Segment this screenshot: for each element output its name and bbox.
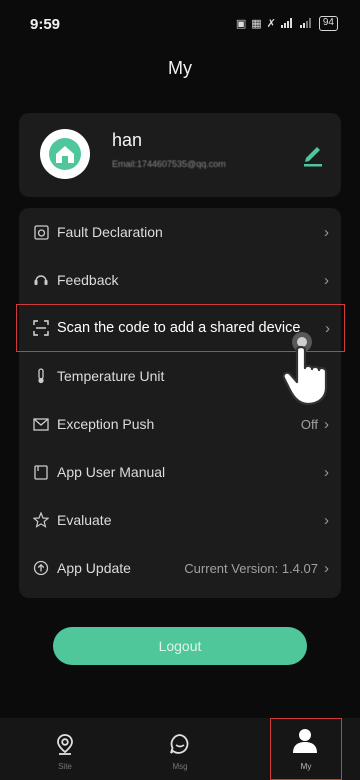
thermometer-icon — [33, 368, 49, 384]
profile-card[interactable]: han Email:1744607535@qq.com — [19, 113, 341, 197]
tab-my[interactable]: My — [270, 718, 342, 780]
chevron-right-icon: › — [324, 271, 329, 289]
home-avatar-icon — [49, 138, 81, 170]
menu-item-feedback[interactable]: Feedback › — [19, 256, 341, 304]
chevron-right-icon: › — [324, 415, 329, 433]
hand-pointer-icon — [280, 328, 340, 408]
status-time: 9:59 — [30, 16, 61, 33]
email-text: Email:1744607535@qq.com — [112, 159, 226, 169]
app-version-text: Current Version: 1.4.07 — [184, 560, 318, 576]
tab-label: Site — [58, 762, 72, 771]
avatar[interactable] — [40, 129, 90, 179]
exception-push-value: Off — [300, 416, 318, 432]
feedback-icon — [33, 272, 49, 288]
chevron-right-icon: › — [324, 223, 329, 241]
menu-item-label: Scan the code to add a shared device — [57, 320, 301, 336]
vibrate-icon: ▦ — [251, 18, 262, 30]
mail-icon — [33, 416, 49, 432]
signal-icon-2 — [299, 17, 314, 31]
chevron-right-icon: › — [324, 559, 329, 577]
fault-declaration-icon — [33, 224, 49, 240]
signal-icon — [280, 17, 295, 31]
menu-item-app-user-manual[interactable]: App User Manual › — [19, 448, 341, 496]
menu-item-label: Temperature Unit — [57, 368, 165, 384]
page-title: My — [168, 58, 192, 78]
status-bar: 9:59 ▣ ▦ ✗ 94 — [0, 0, 360, 44]
my-screen: 9:59 ▣ ▦ ✗ 94 My han Email:1744607535@qq… — [0, 0, 360, 780]
upload-icon — [33, 560, 49, 576]
chat-bubble-icon — [168, 732, 192, 756]
mute-icon: ✗ — [266, 18, 276, 30]
chevron-right-icon: › — [324, 463, 329, 481]
tab-label: Msg — [172, 762, 188, 771]
status-icons: ▣ ▦ ✗ 94 — [236, 16, 338, 31]
menu-item-app-update[interactable]: App Update Current Version: 1.4.07 › — [19, 544, 341, 592]
edit-icon[interactable] — [301, 141, 325, 167]
username: han — [112, 130, 143, 150]
menu-item-fault-declaration[interactable]: Fault Declaration › — [19, 208, 341, 256]
menu-item-label: Feedback — [57, 272, 119, 288]
logout-button[interactable]: Logout — [53, 627, 307, 665]
tab-label: My — [300, 762, 312, 771]
bottom-tab-bar: Site Msg My — [0, 718, 360, 780]
menu-item-evaluate[interactable]: Evaluate › — [19, 496, 341, 544]
manual-icon — [33, 464, 49, 480]
nfc-icon: ▣ — [235, 18, 247, 30]
scan-icon — [33, 320, 49, 336]
user-icon — [290, 726, 320, 756]
menu-item-label: App Update — [57, 560, 131, 576]
menu-item-label: Exception Push — [57, 416, 155, 432]
chevron-right-icon: › — [324, 511, 329, 529]
location-pin-icon — [53, 732, 77, 756]
tab-site[interactable]: Site — [25, 718, 105, 780]
star-icon — [33, 512, 49, 528]
tab-msg[interactable]: Msg — [140, 718, 220, 780]
menu-item-label: Evaluate — [57, 512, 112, 528]
battery-indicator: 94 — [318, 16, 338, 31]
menu-item-label: App User Manual — [57, 464, 166, 480]
menu-item-label: Fault Declaration — [57, 224, 163, 240]
